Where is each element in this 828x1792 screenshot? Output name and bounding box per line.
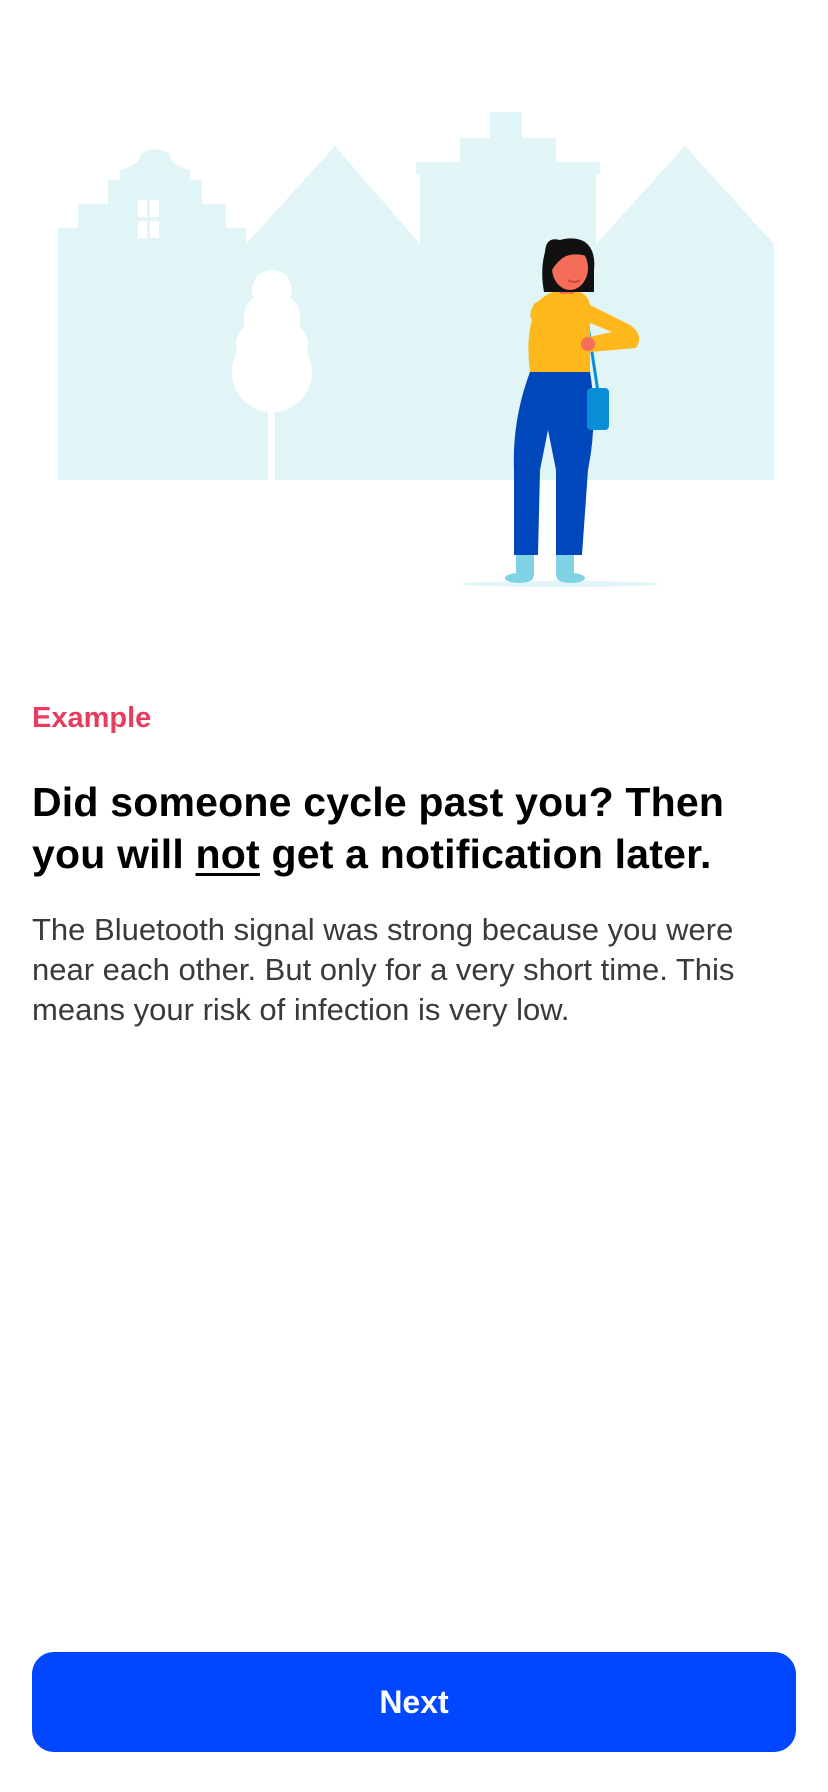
title-part-2: get a notification later. — [259, 831, 712, 877]
street-illustration — [58, 112, 774, 587]
title-emphasis: not — [195, 831, 260, 877]
next-button[interactable]: Next — [32, 1652, 796, 1752]
example-label: Example — [32, 702, 152, 734]
body-text: The Bluetooth signal was strong because … — [32, 912, 735, 1027]
ground-shadow — [460, 581, 660, 587]
buildings-background — [58, 112, 774, 480]
main-content: Example Did someone cycle past you? Then… — [32, 698, 796, 1030]
page-title: Did someone cycle past you? Then you wil… — [32, 776, 796, 880]
